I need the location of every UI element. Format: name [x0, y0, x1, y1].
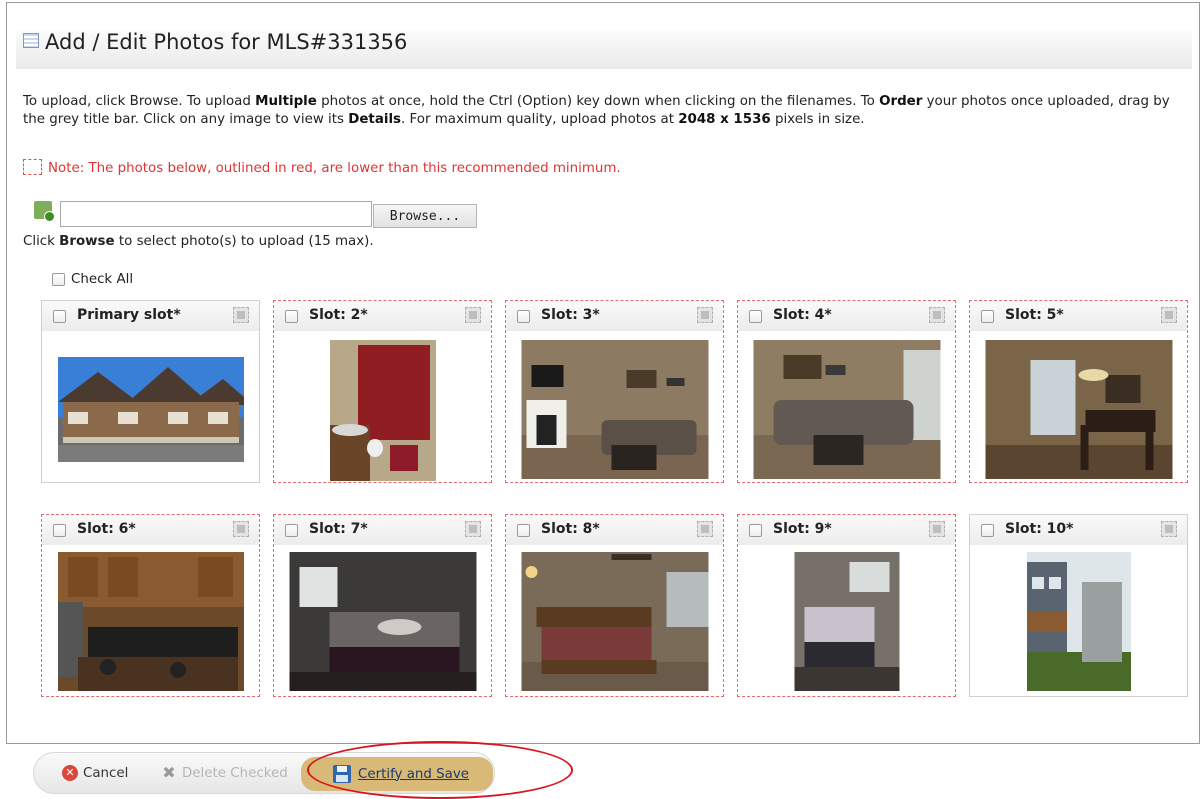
photo-thumbnail[interactable]	[521, 552, 708, 691]
photo-slot-8[interactable]: Slot: 8*	[505, 514, 724, 697]
resolution-note: Note: The photos below, outlined in red,…	[23, 159, 621, 176]
expand-icon[interactable]	[697, 521, 713, 537]
slot-checkbox[interactable]	[285, 310, 298, 323]
photos-icon	[23, 33, 39, 48]
expand-icon[interactable]	[929, 521, 945, 537]
expand-icon[interactable]	[1161, 521, 1177, 537]
slot-label: Slot: 10*	[1005, 521, 1074, 537]
photo-thumbnail[interactable]	[753, 340, 940, 479]
expand-icon[interactable]	[1161, 307, 1177, 323]
photo-slot-7[interactable]: Slot: 7*	[273, 514, 492, 697]
slot-title-bar[interactable]: Slot: 4*	[738, 301, 955, 331]
instr-text: To upload, click Browse. To upload	[23, 94, 256, 109]
photo-slot-9[interactable]: Slot: 9*	[737, 514, 956, 697]
slot-checkbox[interactable]	[517, 524, 530, 537]
photo-thumbnail[interactable]	[329, 340, 436, 481]
browse-button[interactable]: Browse...	[373, 204, 477, 228]
expand-icon[interactable]	[697, 307, 713, 323]
slot-title-bar[interactable]: Slot: 7*	[274, 515, 491, 545]
check-all-checkbox[interactable]	[52, 273, 65, 286]
slot-checkbox[interactable]	[517, 310, 530, 323]
expand-icon[interactable]	[929, 307, 945, 323]
slot-label: Slot: 7*	[309, 521, 368, 537]
hint-text: Click	[23, 234, 60, 249]
instr-text: photos at once, hold the Ctrl (Option) k…	[316, 94, 880, 109]
upload-image-icon	[34, 201, 55, 222]
cancel-label: Cancel	[83, 765, 129, 781]
slot-label: Slot: 8*	[541, 521, 600, 537]
slot-title-bar[interactable]: Primary slot*	[42, 301, 259, 331]
dashed-outline-icon	[23, 159, 42, 175]
photo-thumbnail[interactable]	[794, 552, 899, 691]
slot-title-bar[interactable]: Slot: 3*	[506, 301, 723, 331]
hint-bold: Browse	[59, 234, 115, 249]
instr-text: pixels in size.	[770, 112, 865, 127]
slot-label: Slot: 2*	[309, 307, 368, 323]
instructions: To upload, click Browse. To upload Multi…	[23, 93, 1183, 129]
slot-checkbox[interactable]	[53, 310, 66, 323]
instr-bold: Details	[348, 112, 402, 127]
slot-label: Primary slot*	[77, 307, 181, 323]
instr-bold: 2048 x 1536	[678, 112, 771, 127]
cancel-button[interactable]: ✕ Cancel	[62, 753, 128, 793]
delete-label: Delete Checked	[182, 765, 288, 781]
photo-thumbnail[interactable]	[57, 552, 244, 691]
delete-icon: ✖	[162, 763, 176, 782]
slot-checkbox[interactable]	[981, 310, 994, 323]
instr-bold: Order	[879, 94, 923, 109]
slot-label: Slot: 4*	[773, 307, 832, 323]
photo-thumbnail[interactable]	[1026, 552, 1131, 691]
slot-checkbox[interactable]	[285, 524, 298, 537]
slot-checkbox[interactable]	[53, 524, 66, 537]
slot-label: Slot: 5*	[1005, 307, 1064, 323]
page-title-text: Add / Edit Photos for MLS#331356	[45, 30, 408, 54]
photo-slot-5[interactable]: Slot: 5*	[969, 300, 1188, 483]
slot-title-bar[interactable]: Slot: 6*	[42, 515, 259, 545]
slot-checkbox[interactable]	[981, 524, 994, 537]
slot-checkbox[interactable]	[749, 310, 762, 323]
check-all-label: Check All	[71, 272, 134, 287]
instr-bold: Multiple	[255, 94, 317, 109]
slot-checkbox[interactable]	[749, 524, 762, 537]
photo-thumbnail[interactable]	[289, 552, 476, 691]
slot-label: Slot: 3*	[541, 307, 600, 323]
photo-slot-1[interactable]: Primary slot*	[41, 300, 260, 483]
slot-title-bar[interactable]: Slot: 10*	[970, 515, 1187, 545]
photo-slot-3[interactable]: Slot: 3*	[505, 300, 724, 483]
browse-hint: Click Browse to select photo(s) to uploa…	[23, 234, 374, 249]
certify-and-save-button[interactable]: Certify and Save	[301, 757, 493, 791]
page-title: Add / Edit Photos for MLS#331356	[23, 30, 407, 54]
photo-slot-2[interactable]: Slot: 2*	[273, 300, 492, 483]
delete-checked-button[interactable]: ✖ Delete Checked	[161, 753, 288, 793]
slot-label: Slot: 6*	[77, 521, 136, 537]
slot-title-bar[interactable]: Slot: 2*	[274, 301, 491, 331]
instr-text: . For maximum quality, upload photos at	[401, 112, 679, 127]
expand-icon[interactable]	[465, 307, 481, 323]
expand-icon[interactable]	[233, 307, 249, 323]
expand-icon[interactable]	[465, 521, 481, 537]
photo-slot-6[interactable]: Slot: 6*	[41, 514, 260, 697]
slot-label: Slot: 9*	[773, 521, 832, 537]
photo-thumbnail[interactable]	[57, 357, 244, 462]
save-label: Certify and Save	[358, 766, 470, 782]
photo-slot-4[interactable]: Slot: 4*	[737, 300, 956, 483]
slot-title-bar[interactable]: Slot: 8*	[506, 515, 723, 545]
expand-icon[interactable]	[233, 521, 249, 537]
photo-thumbnail[interactable]	[521, 340, 708, 479]
check-all[interactable]: Check All	[52, 272, 133, 287]
slot-title-bar[interactable]: Slot: 9*	[738, 515, 955, 545]
hint-text: to select photo(s) to upload (15 max).	[114, 234, 374, 249]
file-path-input[interactable]	[60, 201, 372, 227]
cancel-icon: ✕	[62, 765, 78, 781]
photo-thumbnail[interactable]	[985, 340, 1172, 479]
resolution-note-text: Note: The photos below, outlined in red,…	[48, 161, 621, 176]
save-disk-icon	[333, 765, 351, 783]
slot-title-bar[interactable]: Slot: 5*	[970, 301, 1187, 331]
photo-slot-10[interactable]: Slot: 10*	[969, 514, 1188, 697]
